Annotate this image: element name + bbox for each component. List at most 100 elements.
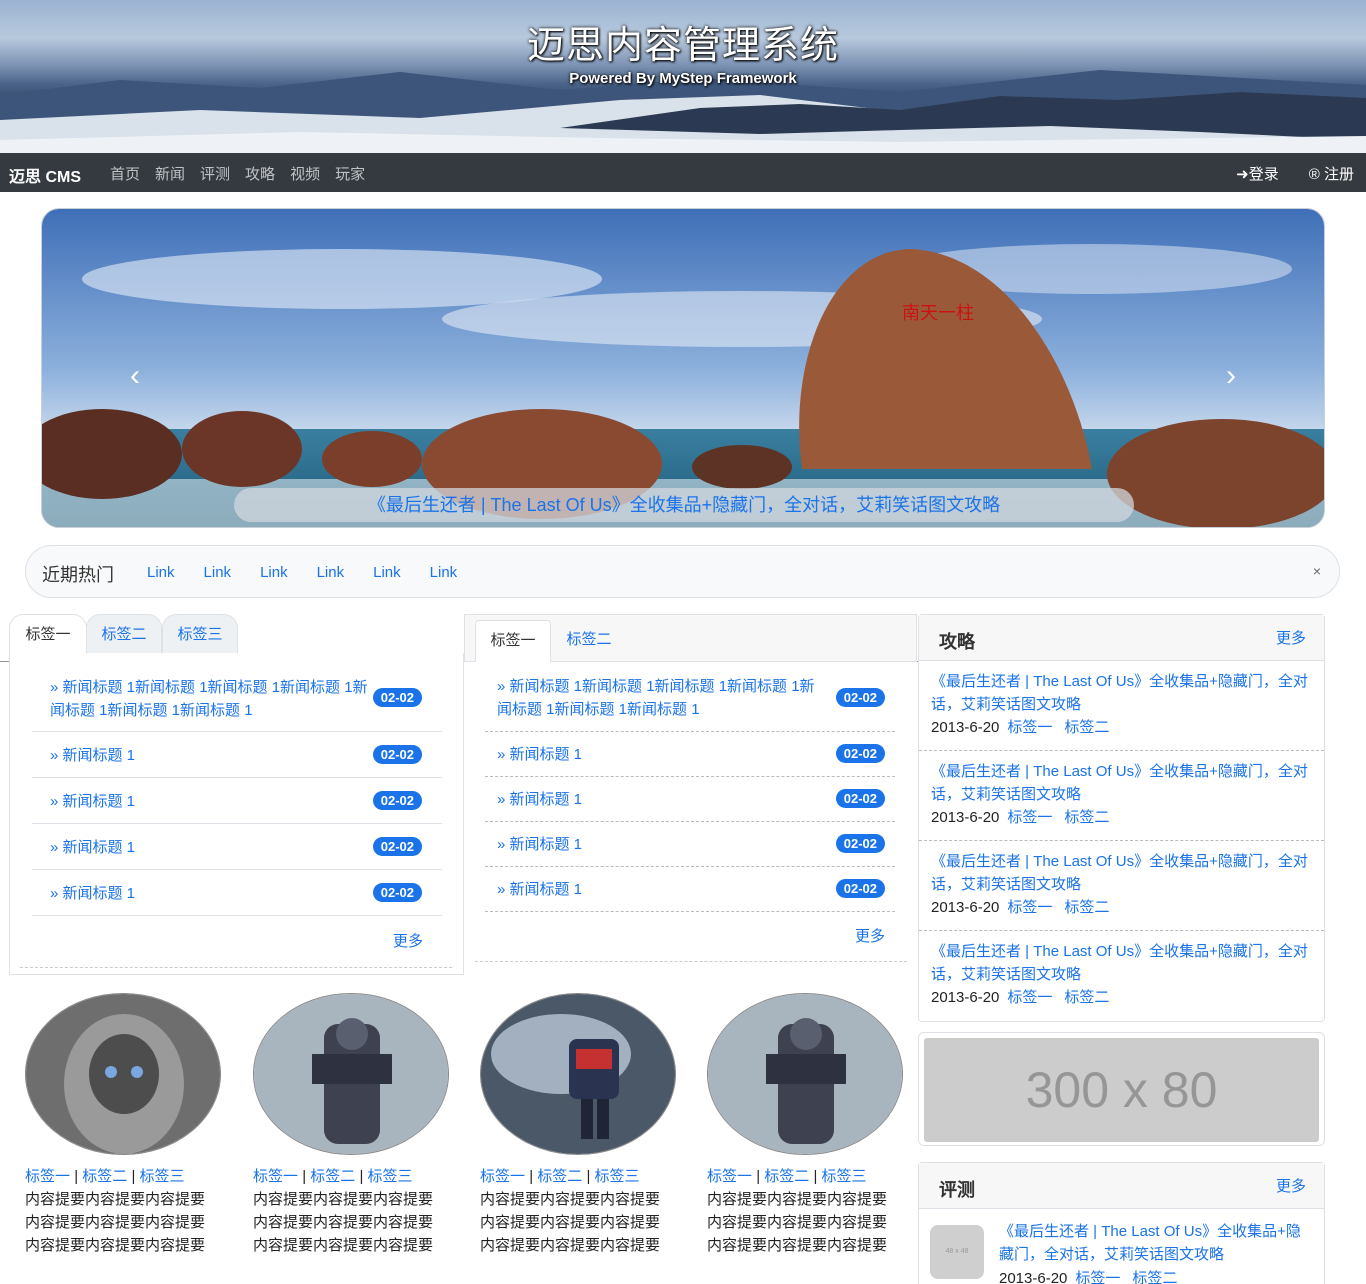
news-title-link[interactable]: » 新闻标题 1: [50, 744, 135, 767]
robot-image[interactable]: [253, 993, 449, 1155]
registered-icon: ®: [1308, 166, 1320, 183]
date-badge: 02-02: [372, 791, 422, 810]
date-badge: 02-02: [372, 688, 422, 707]
hot-link[interactable]: Link: [317, 564, 345, 581]
tag-link[interactable]: 标签三: [822, 1168, 867, 1185]
list-item[interactable]: » 新闻标题 1 02-02: [485, 867, 895, 912]
news-title-link[interactable]: » 新闻标题 1: [497, 833, 582, 856]
tag-link[interactable]: 标签三: [368, 1168, 413, 1185]
article-date: 2013-6-20: [931, 989, 1000, 1006]
list-item[interactable]: » 新闻标题 1新闻标题 1新闻标题 1新闻标题 1新闻标题 1新闻标题 1新闻…: [32, 669, 442, 732]
hot-link[interactable]: Link: [430, 564, 458, 581]
article-title-link[interactable]: 《最后生还者 | The Last Of Us》全收集品+隐藏门，全对话，艾莉笑…: [931, 850, 1316, 896]
tag-link[interactable]: 标签二: [310, 1168, 355, 1185]
news-title-link[interactable]: » 新闻标题 1: [497, 788, 582, 811]
article-date: 2013-6-20: [931, 899, 1000, 916]
close-icon[interactable]: ×: [1313, 563, 1321, 579]
list-item[interactable]: » 新闻标题 1 02-02: [32, 824, 442, 870]
tag-link[interactable]: 标签一: [1007, 899, 1052, 916]
article-title-link[interactable]: 《最后生还者 | The Last Of Us》全收集品+隐藏门，全对话，艾莉笑…: [931, 760, 1316, 806]
news-title-link[interactable]: » 新闻标题 1: [497, 743, 582, 766]
list-item[interactable]: » 新闻标题 1 02-02: [32, 778, 442, 824]
list-item[interactable]: » 新闻标题 1 02-02: [32, 870, 442, 916]
more-link[interactable]: 更多: [1276, 627, 1306, 648]
nav-item-guide[interactable]: 攻略: [245, 163, 275, 184]
rock-inscription: 南天一柱: [902, 303, 974, 323]
login-link[interactable]: ➜登录: [1236, 163, 1279, 184]
register-link[interactable]: ® 注册: [1309, 163, 1354, 184]
news-title-link[interactable]: » 新闻标题 1: [50, 790, 135, 813]
header-banner: 迈思内容管理系统 Powered By MyStep Framework: [0, 0, 1366, 153]
ad-box[interactable]: 300 x 80: [918, 1032, 1325, 1146]
article-title-link[interactable]: 《最后生还者 | The Last Of Us》全收集品+隐藏门，全对话，艾莉笑…: [931, 670, 1316, 716]
tab-label-3[interactable]: 标签三: [162, 614, 238, 654]
robot-image[interactable]: [25, 993, 221, 1155]
sign-in-icon: ➜: [1236, 166, 1249, 183]
tag-link[interactable]: 标签一: [253, 1168, 298, 1185]
list-item[interactable]: » 新闻标题 1 02-02: [485, 777, 895, 822]
tag-link[interactable]: 标签一: [1007, 989, 1052, 1006]
tab-label-2[interactable]: 标签二: [86, 614, 162, 654]
tag-link[interactable]: 标签一: [1007, 719, 1052, 736]
nav-item-review[interactable]: 评测: [200, 163, 230, 184]
tag-link[interactable]: 标签二: [1064, 809, 1109, 826]
robot-image[interactable]: [480, 993, 676, 1155]
tag-link[interactable]: 标签二: [82, 1168, 127, 1185]
tag-link[interactable]: 标签二: [537, 1168, 582, 1185]
hot-title: 近期热门: [42, 565, 114, 585]
nav-item-video[interactable]: 视频: [290, 163, 320, 184]
article-title-link[interactable]: 《最后生还者 | The Last Of Us》全收集品+隐藏门，全对话，艾莉笑…: [931, 940, 1316, 986]
card-header: 评测 更多: [919, 1163, 1324, 1209]
carousel-caption[interactable]: 《最后生还者 | The Last Of Us》全收集品+隐藏门，全对话，艾莉笑…: [234, 488, 1134, 522]
more-link[interactable]: 更多: [393, 930, 423, 951]
news-title-link[interactable]: » 新闻标题 1: [497, 878, 582, 901]
robot-image[interactable]: [707, 993, 903, 1155]
tab-label-1[interactable]: 标签一: [475, 620, 551, 662]
tag-link[interactable]: 标签一: [707, 1168, 752, 1185]
carousel[interactable]: 南天一柱 ‹ › 《最后生还者 | The Last Of Us》全收集品+隐藏…: [41, 208, 1325, 528]
date-badge: 02-02: [372, 883, 422, 902]
nav-item-home[interactable]: 首页: [110, 163, 140, 184]
tag-link[interactable]: 标签二: [1064, 719, 1109, 736]
list-item[interactable]: » 新闻标题 1 02-02: [32, 732, 442, 778]
tag-link[interactable]: 标签一: [1075, 1270, 1120, 1284]
register-label: 注册: [1323, 166, 1354, 183]
tag-separator: |: [756, 1168, 761, 1185]
thumbnail-placeholder[interactable]: 48 x 48: [930, 1225, 984, 1279]
carousel-prev-icon[interactable]: ‹: [130, 359, 140, 393]
navbar-brand[interactable]: 迈思 CMS: [9, 163, 81, 187]
tag-link[interactable]: 标签三: [140, 1168, 185, 1185]
list-item: 《最后生还者 | The Last Of Us》全收集品+隐藏门，全对话，艾莉笑…: [919, 841, 1324, 931]
more-link[interactable]: 更多: [855, 925, 885, 946]
hot-link[interactable]: Link: [373, 564, 401, 581]
list-item: 《最后生还者 | The Last Of Us》全收集品+隐藏门，全对话，艾莉笑…: [919, 751, 1324, 841]
tag-link[interactable]: 标签一: [25, 1168, 70, 1185]
news-title-link[interactable]: » 新闻标题 1: [50, 836, 135, 859]
date-badge: 02-02: [835, 688, 885, 707]
list-item[interactable]: » 新闻标题 1 02-02: [485, 822, 895, 867]
carousel-next-icon[interactable]: ›: [1226, 359, 1236, 393]
news-title-link[interactable]: » 新闻标题 1新闻标题 1新闻标题 1新闻标题 1新闻标题 1新闻标题 1新闻…: [497, 675, 827, 721]
tag-link[interactable]: 标签二: [764, 1168, 809, 1185]
tag-link[interactable]: 标签三: [595, 1168, 640, 1185]
tag-link[interactable]: 标签二: [1064, 899, 1109, 916]
tag-link[interactable]: 标签一: [480, 1168, 525, 1185]
news-title-link[interactable]: » 新闻标题 1: [50, 882, 135, 905]
hot-link[interactable]: Link: [260, 564, 288, 581]
list-item[interactable]: » 新闻标题 1 02-02: [485, 732, 895, 777]
list-item[interactable]: » 新闻标题 1新闻标题 1新闻标题 1新闻标题 1新闻标题 1新闻标题 1新闻…: [485, 669, 895, 732]
tab-label-1[interactable]: 标签一: [9, 614, 87, 654]
hot-link[interactable]: Link: [204, 564, 232, 581]
news-title-link[interactable]: » 新闻标题 1新闻标题 1新闻标题 1新闻标题 1新闻标题 1新闻标题 1新闻…: [50, 676, 370, 722]
tag-link[interactable]: 标签二: [1064, 989, 1109, 1006]
hot-link[interactable]: Link: [147, 564, 175, 581]
tag-link[interactable]: 标签二: [1132, 1270, 1177, 1284]
article-title-link[interactable]: 《最后生还者 | The Last Of Us》全收集品+隐藏门，全对话，艾莉笑…: [999, 1220, 1309, 1266]
more-link[interactable]: 更多: [1276, 1175, 1306, 1196]
nav-item-news[interactable]: 新闻: [155, 163, 185, 184]
tag-separator: |: [529, 1168, 534, 1185]
tag-link[interactable]: 标签一: [1007, 809, 1052, 826]
nav-item-player[interactable]: 玩家: [335, 163, 365, 184]
article-date: 2013-6-20: [931, 809, 1000, 826]
tab-label-2[interactable]: 标签二: [551, 620, 627, 662]
